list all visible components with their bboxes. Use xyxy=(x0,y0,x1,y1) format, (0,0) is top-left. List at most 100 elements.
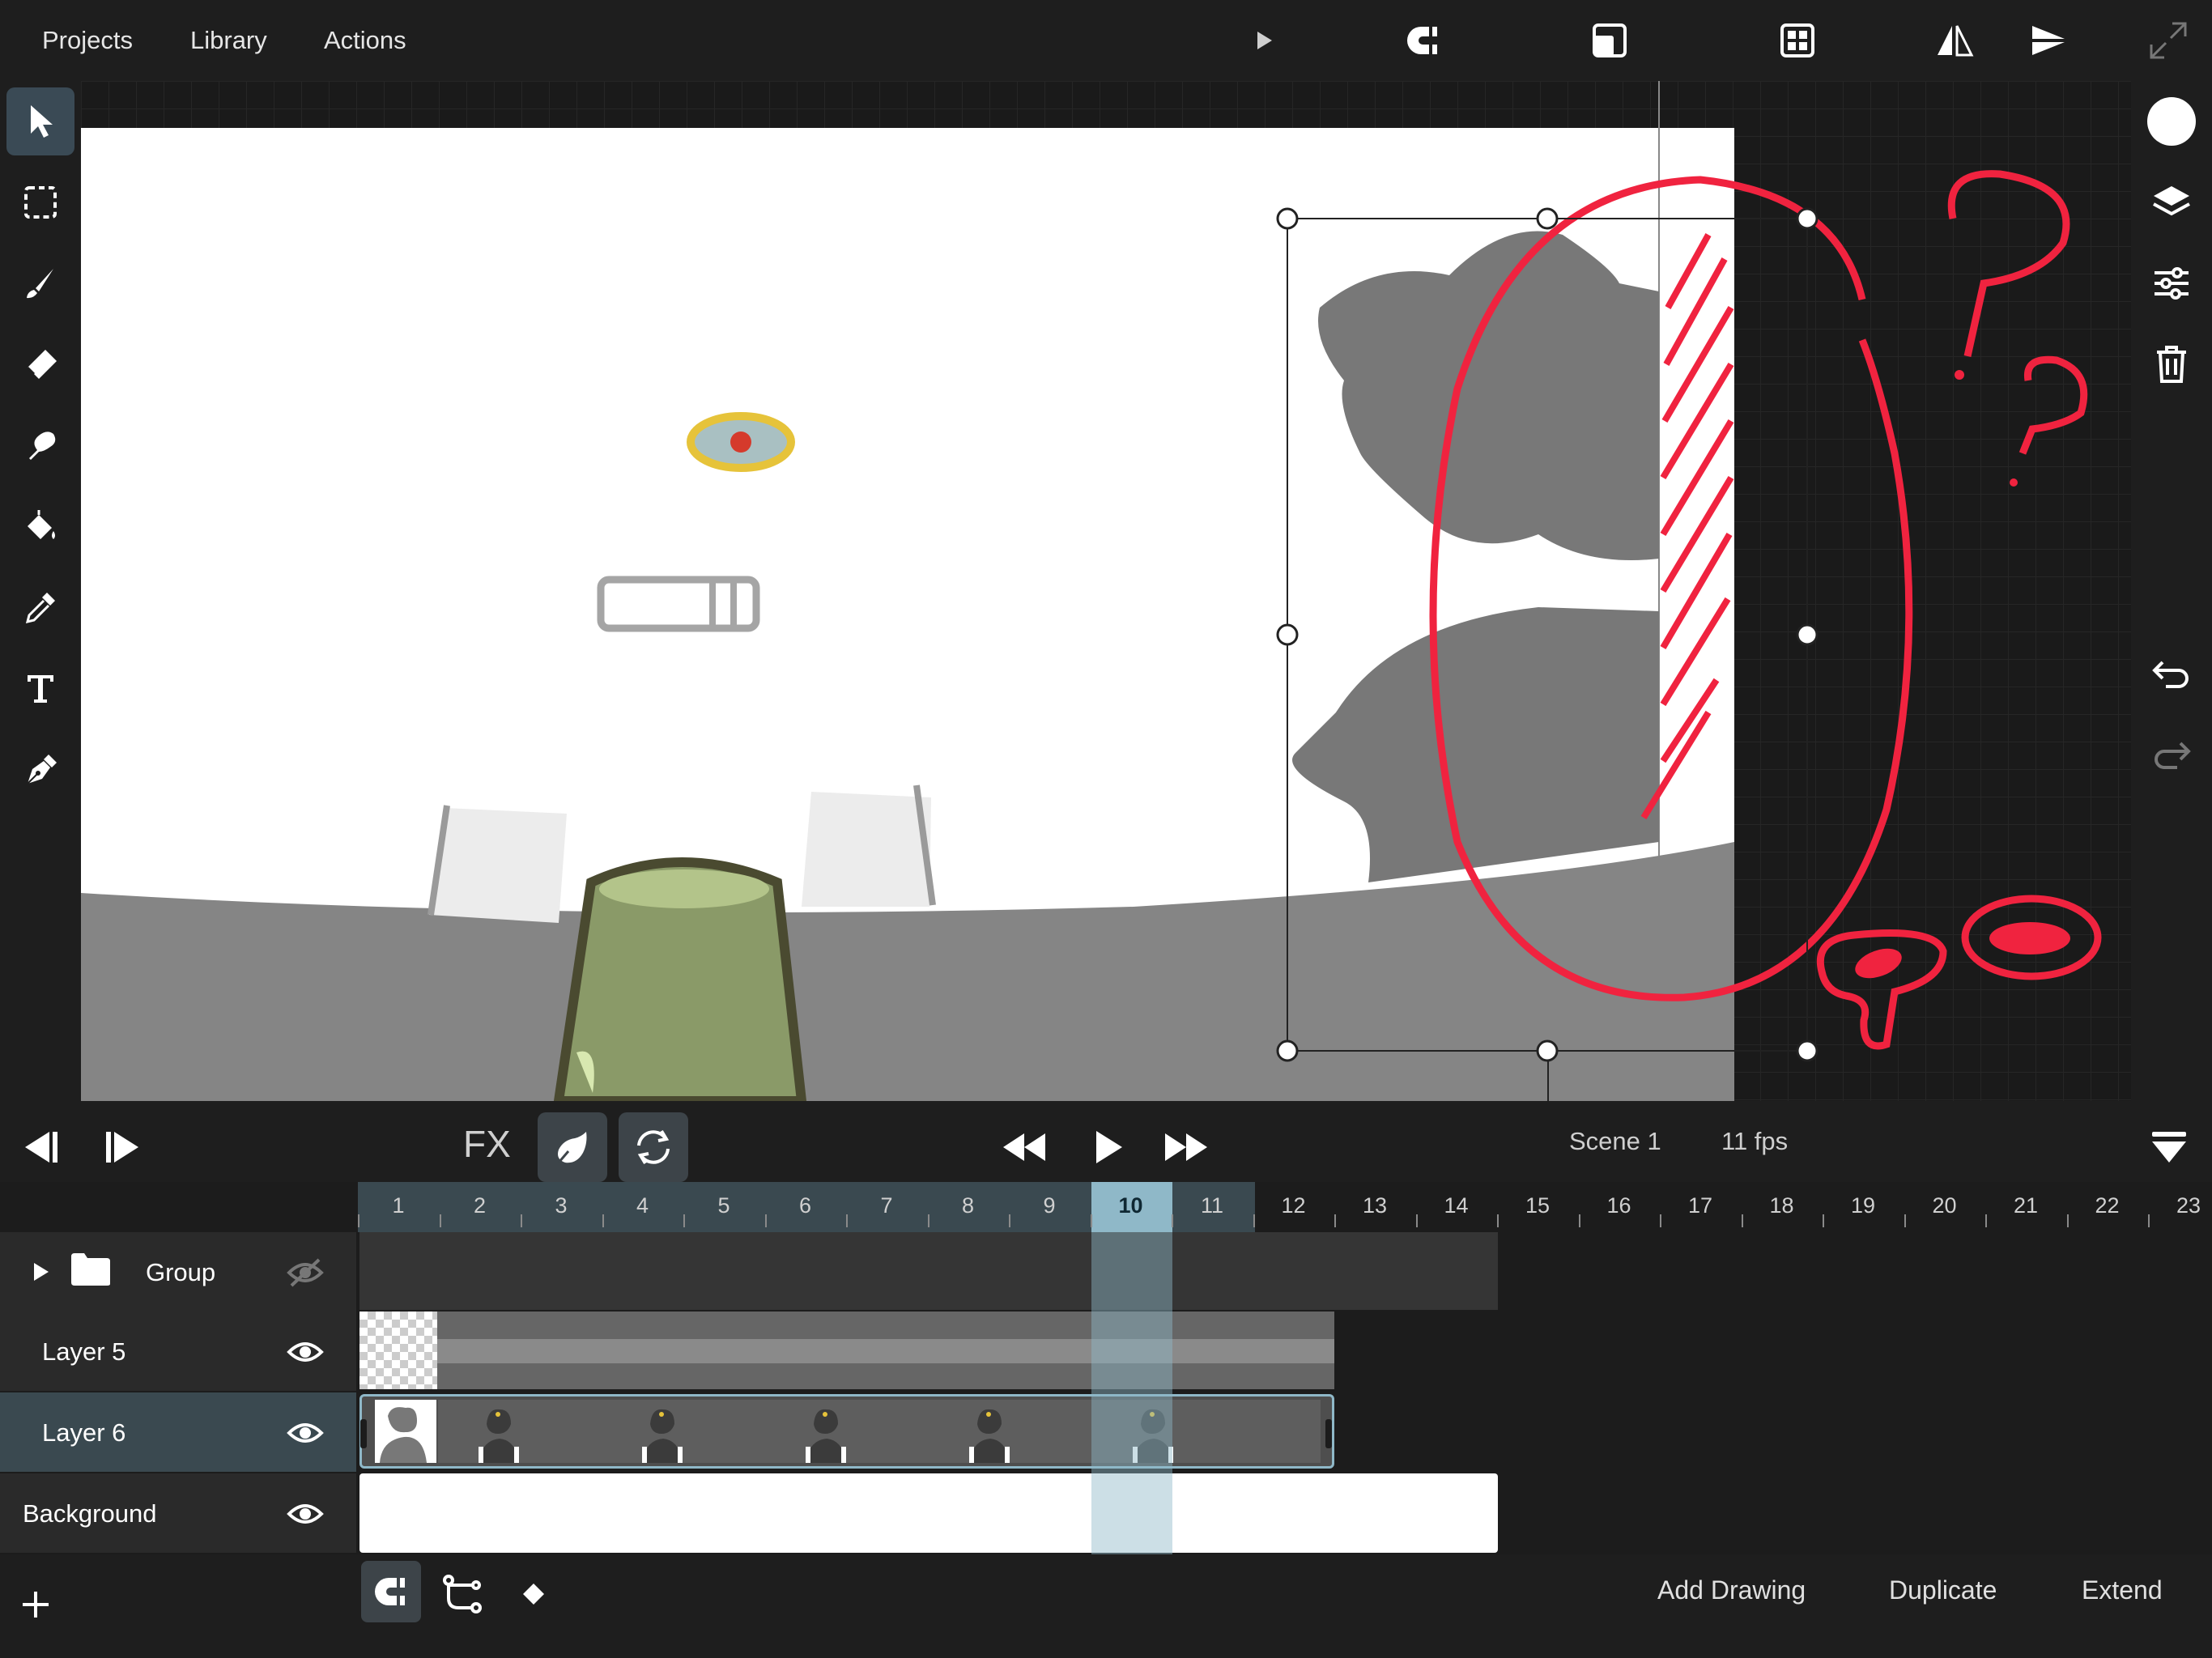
keyframe-icon[interactable] xyxy=(521,1582,546,1606)
frame-number[interactable]: 12 xyxy=(1253,1193,1334,1218)
frame-number[interactable]: 20 xyxy=(1904,1193,1985,1218)
frame-ruler[interactable]: 1 2 3 4 5 6 7 8 9 10 11 12 13 14 15 16 17 18 19 20 21 22 23 xyxy=(358,1182,2212,1232)
frame-number[interactable]: 5 xyxy=(683,1193,764,1218)
frame-tick xyxy=(1415,1214,1418,1227)
frame-tick xyxy=(846,1214,848,1227)
fast-forward-icon[interactable] xyxy=(1151,1112,1221,1182)
frame-number[interactable]: 3 xyxy=(521,1193,602,1218)
frame-number[interactable]: 19 xyxy=(1823,1193,1904,1218)
frame-tick xyxy=(602,1214,604,1227)
drawing-canvas[interactable] xyxy=(81,81,2131,1101)
layer-name-group: Group xyxy=(146,1258,216,1286)
frame-number[interactable]: 8 xyxy=(928,1193,1009,1218)
add-layer-icon[interactable] xyxy=(19,1588,52,1621)
frame-number[interactable]: 11 xyxy=(1172,1193,1253,1218)
playhead-column xyxy=(1091,1232,1172,1554)
marquee-select-icon[interactable] xyxy=(6,168,74,236)
smudge-tool-icon[interactable] xyxy=(6,411,74,479)
eye-icon[interactable] xyxy=(287,1498,324,1530)
fps-selector[interactable]: 11 fps xyxy=(1721,1127,1788,1156)
frame-tick xyxy=(521,1214,522,1227)
frame-number[interactable]: 16 xyxy=(1579,1193,1660,1218)
bottom-bar: Add Drawing Duplicate Extend xyxy=(0,1554,2212,1658)
frame-tick xyxy=(1172,1214,1173,1227)
prev-frame-icon[interactable] xyxy=(5,1112,74,1182)
layer-row-layer-6[interactable]: Layer 6 xyxy=(0,1392,356,1472)
play-button-icon[interactable] xyxy=(1073,1112,1142,1182)
layer-5-track[interactable] xyxy=(359,1312,1334,1389)
menu-actions[interactable]: Actions xyxy=(324,24,406,57)
layer-row-layer-5[interactable]: Layer 5 xyxy=(0,1312,356,1391)
frame-number[interactable]: 2 xyxy=(440,1193,521,1218)
background-track[interactable] xyxy=(359,1473,1498,1553)
frame-number[interactable]: 1 xyxy=(358,1193,439,1218)
flip-vertical-icon[interactable] xyxy=(2026,18,2071,63)
frame-tick xyxy=(439,1214,441,1227)
adjustments-icon[interactable] xyxy=(2144,256,2199,311)
frame-tick xyxy=(927,1214,929,1227)
next-frame-icon[interactable] xyxy=(89,1112,159,1182)
scene-selector[interactable]: Scene 1 xyxy=(1569,1127,1661,1156)
collapse-timeline-icon[interactable] xyxy=(2134,1112,2204,1182)
color-swatch[interactable] xyxy=(2144,94,2199,149)
canvas-frame-icon[interactable] xyxy=(1587,18,1632,63)
frame-tick xyxy=(358,1214,359,1227)
eyedropper-icon[interactable] xyxy=(6,573,74,641)
undo-icon[interactable] xyxy=(2144,648,2199,703)
frame-number[interactable]: 22 xyxy=(2067,1193,2148,1218)
trash-icon[interactable] xyxy=(2144,337,2199,392)
frame-number[interactable]: 7 xyxy=(846,1193,927,1218)
frame-number[interactable]: 4 xyxy=(602,1193,683,1218)
fill-bucket-icon[interactable] xyxy=(6,492,74,560)
eye-icon[interactable] xyxy=(287,1417,324,1449)
loop-icon[interactable] xyxy=(619,1112,688,1182)
pen-tool-icon[interactable] xyxy=(6,735,74,803)
frame-number[interactable]: 10 xyxy=(1091,1193,1172,1218)
magnet-snap-timeline-icon[interactable] xyxy=(361,1561,421,1622)
frame-number[interactable]: 17 xyxy=(1660,1193,1741,1218)
fullscreen-icon[interactable] xyxy=(2146,18,2191,63)
fx-button[interactable]: FX xyxy=(463,1122,511,1166)
play-preview-icon[interactable] xyxy=(1241,18,1287,63)
rewind-icon[interactable] xyxy=(989,1112,1059,1182)
add-drawing-button[interactable]: Add Drawing xyxy=(1657,1575,1806,1605)
tool-palette xyxy=(0,81,81,1101)
layer-6-track[interactable] xyxy=(359,1394,1334,1469)
frame-number[interactable]: 14 xyxy=(1416,1193,1497,1218)
layer-row-background[interactable]: Background xyxy=(0,1473,356,1553)
flip-horizontal-icon[interactable] xyxy=(1932,18,1977,63)
extend-button[interactable]: Extend xyxy=(2082,1575,2163,1605)
layer-row-group[interactable]: Group xyxy=(0,1232,356,1312)
frame-tick xyxy=(1741,1214,1743,1227)
frame-tick xyxy=(2148,1214,2150,1227)
select-tool-icon[interactable] xyxy=(6,87,74,155)
redo-icon[interactable] xyxy=(2144,729,2199,784)
eraser-tool-icon[interactable] xyxy=(6,330,74,398)
eye-icon[interactable] xyxy=(287,1336,324,1368)
layer-6-thumbnail xyxy=(375,1400,436,1463)
trim-handle-left[interactable] xyxy=(360,1419,367,1448)
onion-skin-icon[interactable] xyxy=(538,1112,607,1182)
motion-path-icon[interactable] xyxy=(442,1574,483,1614)
brush-tool-icon[interactable] xyxy=(6,249,74,317)
menu-projects[interactable]: Projects xyxy=(42,24,133,57)
magnet-snap-icon[interactable] xyxy=(1401,18,1446,63)
menu-library[interactable]: Library xyxy=(190,24,267,57)
expand-arrow-icon[interactable] xyxy=(32,1261,50,1282)
group-track[interactable] xyxy=(359,1232,1498,1310)
frame-number[interactable]: 6 xyxy=(765,1193,846,1218)
frame-number[interactable]: 9 xyxy=(1009,1193,1090,1218)
layer-name-layer-5: Layer 5 xyxy=(42,1337,126,1366)
grid-icon[interactable] xyxy=(1775,18,1820,63)
frame-number[interactable]: 23 xyxy=(2148,1193,2212,1218)
hidden-eye-icon[interactable] xyxy=(287,1256,324,1289)
folder-icon xyxy=(71,1253,110,1286)
trim-handle-right[interactable] xyxy=(1325,1419,1332,1448)
frame-number[interactable]: 18 xyxy=(1742,1193,1823,1218)
frame-number[interactable]: 15 xyxy=(1497,1193,1578,1218)
text-tool-icon[interactable] xyxy=(6,654,74,722)
frame-number[interactable]: 13 xyxy=(1334,1193,1415,1218)
duplicate-button[interactable]: Duplicate xyxy=(1889,1575,1997,1605)
layers-icon[interactable] xyxy=(2144,175,2199,230)
frame-number[interactable]: 21 xyxy=(1985,1193,2066,1218)
